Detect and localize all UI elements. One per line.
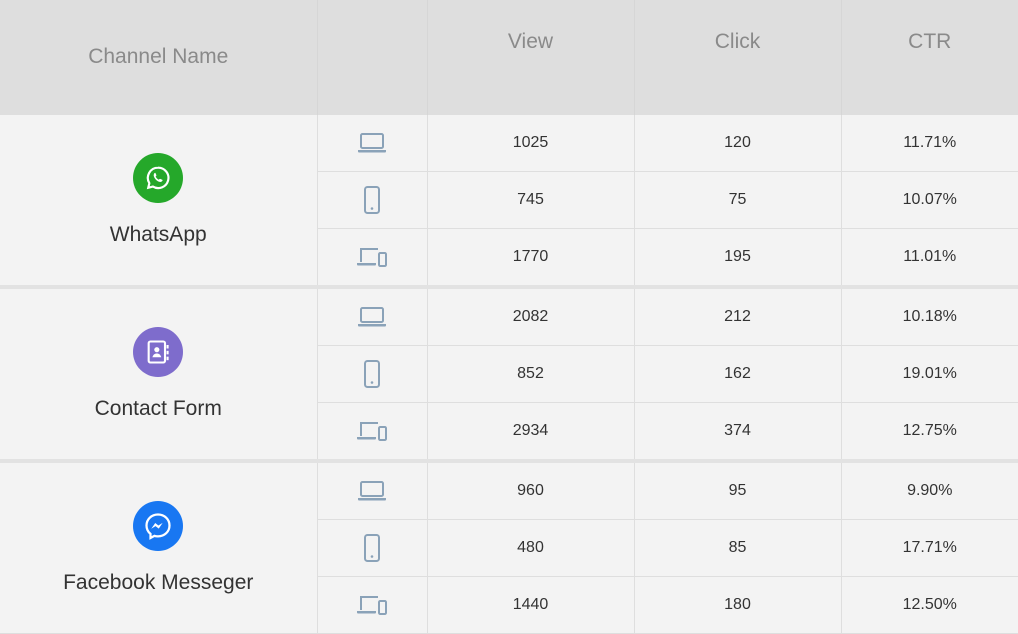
channel-name-whatsapp: WhatsApp	[109, 223, 207, 246]
laptop-icon	[358, 481, 386, 501]
whatsapp-icon	[133, 153, 184, 203]
header-view: View	[427, 0, 635, 115]
view-cell: 2934	[427, 402, 635, 462]
click-cell: 162	[634, 345, 842, 403]
view-cell: 480	[427, 519, 635, 577]
ctr-cell: 11.01%	[841, 228, 1018, 288]
header-device	[317, 0, 428, 115]
click-cell: 95	[634, 459, 842, 520]
view-cell: 960	[427, 459, 635, 520]
view-cell: 2082	[427, 285, 635, 346]
table-row: Contact Form 2082 212 10.18%	[0, 285, 1018, 462]
multi-device-icon	[357, 248, 387, 267]
device-cell	[317, 114, 428, 172]
view-cell: 852	[427, 345, 635, 403]
table-row: WhatsApp 1025 120 11.71%	[0, 114, 1018, 288]
device-cell	[317, 519, 428, 577]
mobile-icon	[364, 360, 380, 388]
click-cell: 212	[634, 285, 842, 346]
device-cell	[317, 171, 428, 229]
ctr-cell: 19.01%	[841, 345, 1018, 403]
click-cell: 120	[634, 114, 842, 172]
channel-cell-contact-form: Contact Form	[0, 285, 318, 462]
channel-name-contact-form: Contact Form	[94, 397, 222, 420]
device-cell	[317, 459, 428, 520]
ctr-cell: 17.71%	[841, 519, 1018, 577]
header-ctr: CTR	[841, 0, 1018, 115]
click-cell: 374	[634, 402, 842, 462]
contact-form-icon	[133, 327, 184, 377]
device-cell	[317, 228, 428, 288]
ctr-cell: 11.71%	[841, 114, 1018, 172]
ctr-cell: 9.90%	[841, 459, 1018, 520]
ctr-cell: 12.50%	[841, 576, 1018, 634]
table-row: Facebook Messeger 960 95 9.90%	[0, 459, 1018, 634]
click-cell: 85	[634, 519, 842, 577]
laptop-icon	[358, 133, 386, 153]
device-cell	[317, 576, 428, 634]
channel-name-messenger: Facebook Messeger	[63, 571, 254, 594]
channel-cell-messenger: Facebook Messeger	[0, 459, 318, 634]
ctr-cell: 10.07%	[841, 171, 1018, 229]
channel-cell-whatsapp: WhatsApp	[0, 114, 318, 288]
channel-stats-table: Channel Name View Click CTR WhatsApp 102…	[0, 0, 1018, 634]
header-click: Click	[634, 0, 842, 115]
view-cell: 745	[427, 171, 635, 229]
messenger-icon	[133, 501, 184, 551]
ctr-cell: 10.18%	[841, 285, 1018, 346]
device-cell	[317, 285, 428, 346]
device-cell	[317, 345, 428, 403]
table-header-row: Channel Name View Click CTR	[0, 0, 1018, 115]
click-cell: 75	[634, 171, 842, 229]
click-cell: 180	[634, 576, 842, 634]
laptop-icon	[358, 307, 386, 327]
mobile-icon	[364, 534, 380, 562]
click-cell: 195	[634, 228, 842, 288]
view-cell: 1770	[427, 228, 635, 288]
multi-device-icon	[357, 422, 387, 441]
view-cell: 1025	[427, 114, 635, 172]
mobile-icon	[364, 186, 380, 214]
header-channel-name: Channel Name	[0, 0, 318, 115]
multi-device-icon	[357, 596, 387, 615]
device-cell	[317, 402, 428, 462]
view-cell: 1440	[427, 576, 635, 634]
ctr-cell: 12.75%	[841, 402, 1018, 462]
